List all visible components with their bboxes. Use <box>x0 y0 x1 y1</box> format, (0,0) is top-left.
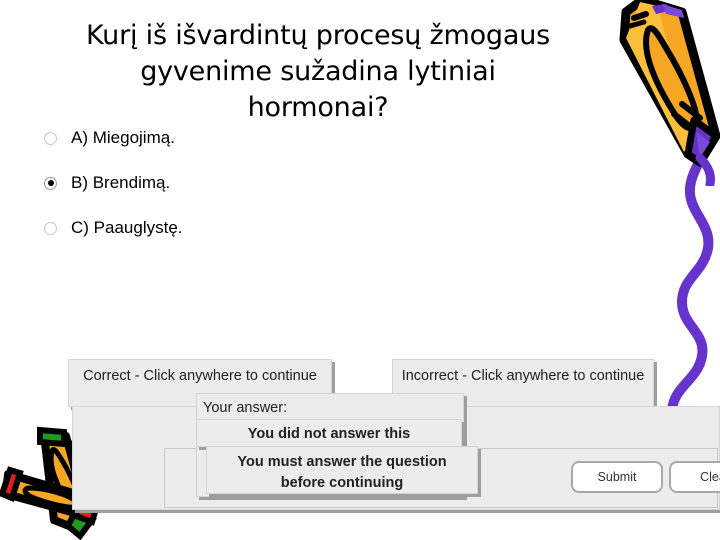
no-answer-text: You did not answer this <box>247 426 411 442</box>
clear-button[interactable]: Clear <box>669 461 720 493</box>
radio-selected-icon[interactable] <box>44 176 57 190</box>
feedback-correct-text: Correct - Click anywhere to continue <box>83 368 317 384</box>
page-title: Kurį iš išvardintų procesų žmogaus gyven… <box>86 20 550 123</box>
answer-choice-a[interactable]: A) Miegojimą. <box>44 126 464 150</box>
feedback-incorrect-text: Incorrect - Click anywhere to continue <box>401 368 645 384</box>
answer-choice-b-label: B) Brendimą. <box>71 173 171 192</box>
no-answer-box[interactable]: You did not answer this <box>196 419 462 447</box>
answer-choice-a-label: A) Miegojimą. <box>71 128 175 147</box>
must-answer-box[interactable]: You must answer the question before cont… <box>206 446 478 494</box>
quiz-slide: Kurį iš išvardintų procesų žmogaus gyven… <box>0 0 720 540</box>
your-answer-label: Your answer: <box>203 400 288 416</box>
answer-choice-list: A) Miegojimą. B) Brendimą. C) Paauglystę… <box>44 126 464 261</box>
answer-choice-b[interactable]: B) Brendimą. <box>44 171 464 195</box>
answer-choice-c[interactable]: C) Paauglystę. <box>44 216 464 240</box>
answer-choice-c-label: C) Paauglystę. <box>71 218 183 237</box>
radio-unselected-icon[interactable] <box>44 131 57 145</box>
submit-button[interactable]: Submit <box>571 461 663 493</box>
must-answer-text: You must answer the question before cont… <box>237 454 447 491</box>
radio-unselected-icon[interactable] <box>44 221 57 235</box>
